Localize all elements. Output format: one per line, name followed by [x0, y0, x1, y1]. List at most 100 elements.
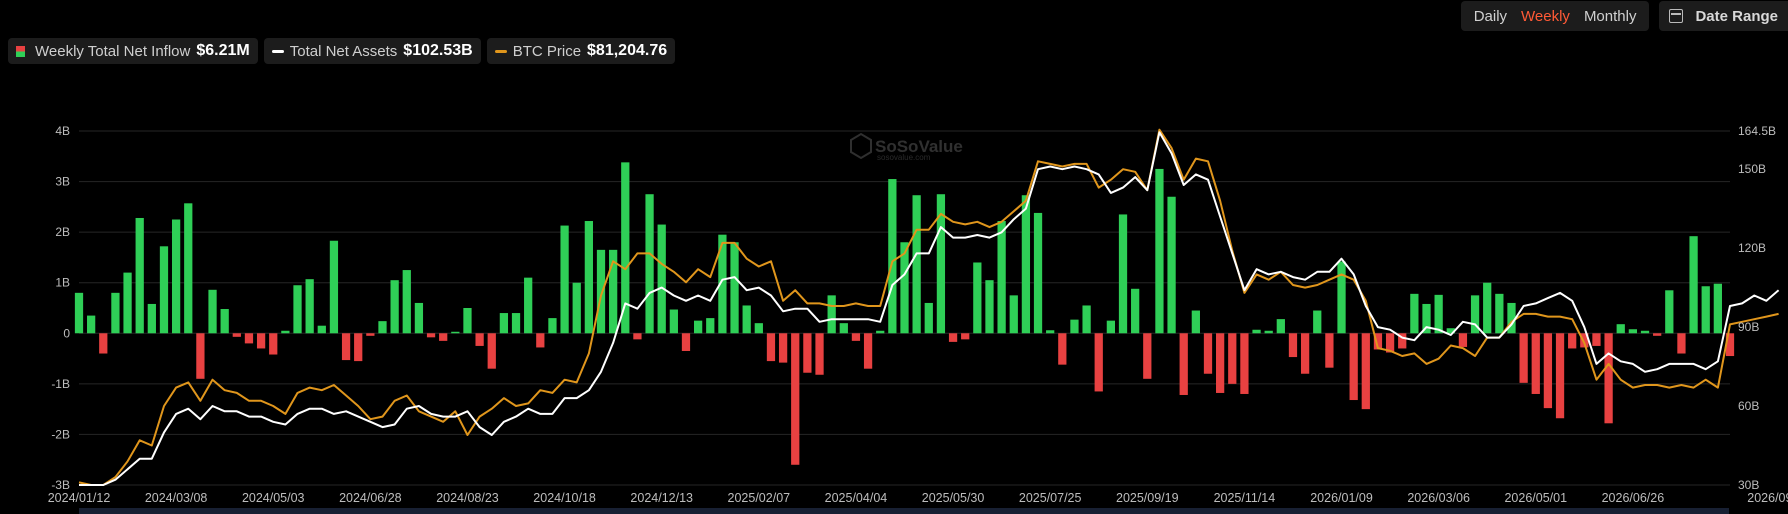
inflow-bar [123, 272, 132, 334]
inflow-bar [827, 295, 836, 334]
inflow-bar [948, 333, 958, 342]
x-axis: 2024/01/12 2024/03/08 2024/05/03 2024/06/28… [48, 491, 1788, 505]
sosovalue-logo-icon [850, 132, 872, 160]
inflow-bar [1519, 333, 1528, 383]
inflow-bar [1458, 333, 1468, 347]
x-tick-label: 2026/06/26 [1602, 491, 1665, 505]
x-tick-label: 2024/01/12 [48, 491, 111, 505]
inflow-bars [74, 162, 1735, 465]
inflow-bar [754, 323, 763, 334]
inflow-bar [1143, 333, 1152, 379]
inflow-bar [1252, 329, 1261, 334]
inflow-bar [1325, 333, 1334, 368]
inflow-bar [402, 270, 411, 334]
inflow-bar [354, 333, 363, 362]
inflow-bar [451, 331, 460, 334]
inflow-bar [778, 333, 788, 363]
inflow-bar [87, 315, 96, 334]
inflow-bar [232, 333, 241, 337]
inflow-bar [706, 318, 715, 334]
y-right-tick-label: 120B [1738, 241, 1766, 255]
y-left-tick-label: 2B [55, 225, 70, 239]
inflow-bar [1155, 168, 1164, 334]
inflow-bar [730, 242, 739, 334]
inflow-bar [463, 308, 472, 334]
x-tick-label: 2026/03/06 [1407, 491, 1470, 505]
inflow-bar [791, 333, 800, 465]
x-tick-label: 2026/05/01 [1504, 491, 1567, 505]
inflow-bar [742, 305, 751, 334]
inflow-bar [1106, 320, 1116, 334]
inflow-bar [1483, 282, 1492, 334]
y-right-tick-label: 90B [1738, 320, 1759, 334]
inflow-bar [1094, 333, 1103, 392]
inflow-bar [208, 289, 217, 334]
inflow-bar [147, 303, 156, 334]
inflow-bar [1216, 333, 1225, 393]
inflow-bar [220, 309, 229, 334]
inflow-bar [1337, 261, 1346, 334]
inflow-bar [572, 282, 581, 334]
inflow-bar [1555, 333, 1565, 419]
inflow-bar [1313, 310, 1322, 334]
inflow-bar [863, 333, 873, 369]
inflow-bar [839, 323, 848, 334]
inflow-bar [766, 333, 776, 362]
inflow-bar [281, 330, 290, 334]
inflow-bar [1665, 290, 1674, 334]
inflow-bar [305, 279, 314, 334]
inflow-bar [1300, 333, 1310, 374]
inflow-bar [74, 292, 84, 334]
inflow-bar [669, 309, 678, 334]
inflow-bar [1288, 333, 1298, 358]
inflow-bar [414, 302, 424, 334]
inflow-bar [1604, 333, 1613, 424]
inflow-bar [1179, 333, 1188, 395]
inflow-bar [851, 333, 861, 341]
inflow-bar [815, 333, 824, 375]
inflow-bar [888, 179, 897, 334]
chart-canvas: SoSoValue sosovalue.com -3B -2B -1B 0 1B 2B 3B… [48, 124, 1788, 505]
range-scroll-strip[interactable] [79, 508, 1729, 514]
inflow-bar [536, 333, 545, 348]
x-tick-label: 2025/11/14 [1214, 491, 1276, 505]
inflow-bar [184, 203, 193, 334]
inflow-bar [196, 333, 205, 379]
inflow-bar [1616, 324, 1625, 334]
inflow-bar [511, 313, 521, 334]
inflow-bar [390, 280, 399, 334]
y-right-tick-label: 164.5B [1738, 124, 1776, 138]
inflow-bar [426, 333, 436, 338]
inflow-bar [681, 333, 691, 351]
inflow-bar [1021, 195, 1031, 334]
inflow-bar [645, 194, 654, 334]
inflow-bar [317, 325, 326, 334]
x-tick-label: 2025/05/30 [922, 491, 985, 505]
x-tick-label: 2024/03/08 [145, 491, 208, 505]
inflow-bar [1033, 212, 1043, 334]
inflow-bar [1653, 333, 1662, 336]
inflow-bar [378, 321, 387, 334]
inflow-bar [171, 219, 181, 334]
inflow-bar [985, 280, 994, 334]
inflow-bar [99, 333, 108, 354]
inflow-bar [1276, 319, 1285, 334]
inflow-bar [1689, 236, 1698, 334]
x-tick-label: 2024/06/28 [339, 491, 402, 505]
inflow-bar [439, 333, 448, 341]
x-tick-label: 2026/09/18 [1747, 491, 1788, 505]
inflow-bar [1191, 310, 1200, 334]
inflow-bar [1046, 330, 1055, 334]
inflow-bar [499, 313, 509, 334]
inflow-bar [657, 224, 666, 334]
inflow-bar [1410, 293, 1419, 334]
inflow-bar [1349, 333, 1358, 401]
watermark-sub: sosovalue.com [877, 153, 931, 162]
inflow-bar [135, 217, 144, 334]
y-right-tick-label: 60B [1738, 399, 1759, 413]
y-left-tick-label: 4B [55, 124, 70, 138]
inflow-bar [1713, 283, 1722, 334]
y-left-tick-label: -1B [51, 377, 70, 391]
inflow-bar [1495, 293, 1504, 334]
inflow-bar [1082, 305, 1091, 334]
